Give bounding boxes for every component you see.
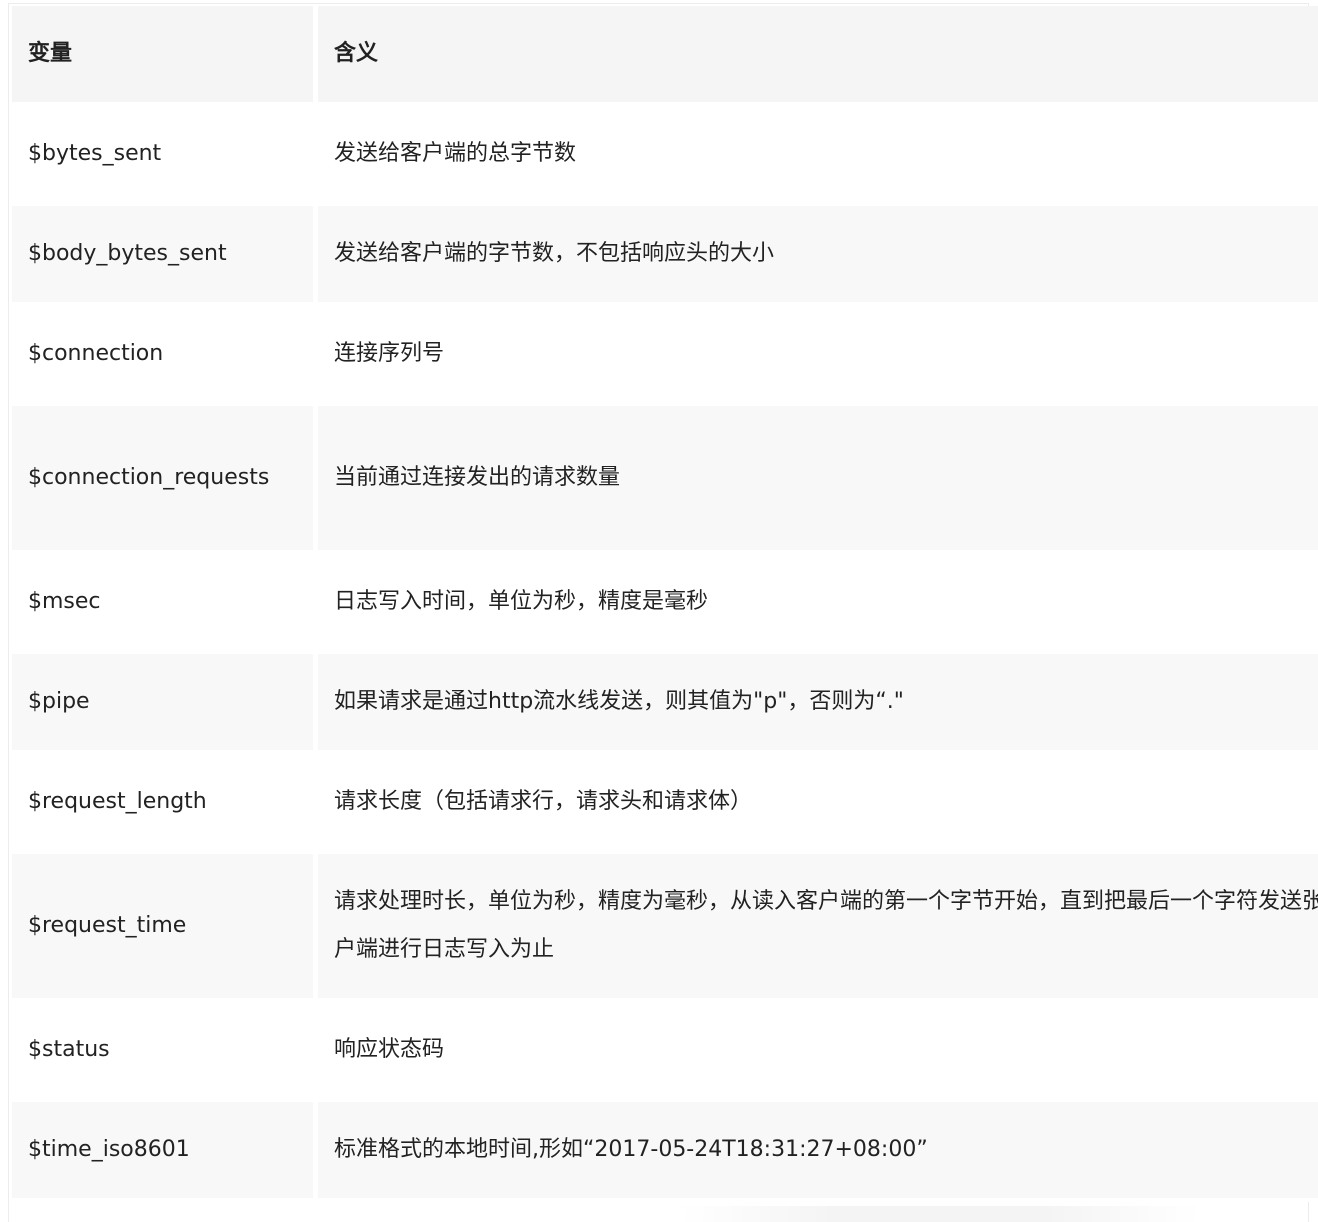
variable-cell: $body_bytes_sent [12,206,318,306]
variable-cell: $connection [12,306,318,406]
variable-cell: $time_iso8601 [12,1102,318,1202]
meaning-cell: 发送给客户端的字节数，不包括响应头的大小 [318,206,1318,306]
meaning-cell: 请求长度（包括请求行，请求头和请求体） [318,754,1318,854]
variable-cell: $msec [12,554,318,654]
table-row: $connection 连接序列号 [12,306,1318,406]
table-row: $bytes_sent 发送给客户端的总字节数 [12,106,1318,206]
table-row: $request_length 请求长度（包括请求行，请求头和请求体） [12,754,1318,854]
variable-cell: $status [12,1002,318,1102]
header-meaning: 含义 [318,6,1318,106]
table-row: $connection_requests 当前通过连接发出的请求数量 [12,406,1318,554]
variable-cell: $pipe [12,654,318,754]
meaning-cell: 连接序列号 [318,306,1318,406]
variable-cell: $request_length [12,754,318,854]
table-row: $status 响应状态码 [12,1002,1318,1102]
meaning-cell: 日志写入时间，单位为秒，精度是毫秒 [318,554,1318,654]
variable-cell: $request_time [12,854,318,1002]
table-row: $body_bytes_sent 发送给客户端的字节数，不包括响应头的大小 [12,206,1318,306]
variables-table: 变量 含义 $bytes_sent 发送给客户端的总字节数 $body_byte… [12,6,1318,1202]
header-row: 变量 含义 [12,6,1318,106]
table-row: $msec 日志写入时间，单位为秒，精度是毫秒 [12,554,1318,654]
variable-cell: $bytes_sent [12,106,318,206]
meaning-cell: 如果请求是通过http流水线发送，则其值为"p"，否则为“." [318,654,1318,754]
variables-table-container: 变量 含义 $bytes_sent 发送给客户端的总字节数 $body_byte… [8,3,1318,1222]
table-body: $bytes_sent 发送给客户端的总字节数 $body_bytes_sent… [12,106,1318,1202]
header-variable: 变量 [12,6,318,106]
table-header: 变量 含义 [12,6,1318,106]
meaning-cell: 请求处理时长，单位为秒，精度为毫秒，从读入客户端的第一个字节开始，直到把最后一个… [318,854,1318,1002]
table-row: $pipe 如果请求是通过http流水线发送，则其值为"p"，否则为“." [12,654,1318,754]
meaning-cell: 当前通过连接发出的请求数量 [318,406,1318,554]
meaning-cell: 发送给客户端的总字节数 [318,106,1318,206]
meaning-cell: 标准格式的本地时间,形如“2017-05-24T18:31:27+08:00” [318,1102,1318,1202]
table-row: $request_time 请求处理时长，单位为秒，精度为毫秒，从读入客户端的第… [12,854,1318,1002]
table-row: $time_iso8601 标准格式的本地时间,形如“2017-05-24T18… [12,1102,1318,1202]
meaning-cell: 响应状态码 [318,1002,1318,1102]
bottom-shadow [680,1206,1200,1222]
variable-cell: $connection_requests [12,406,318,554]
